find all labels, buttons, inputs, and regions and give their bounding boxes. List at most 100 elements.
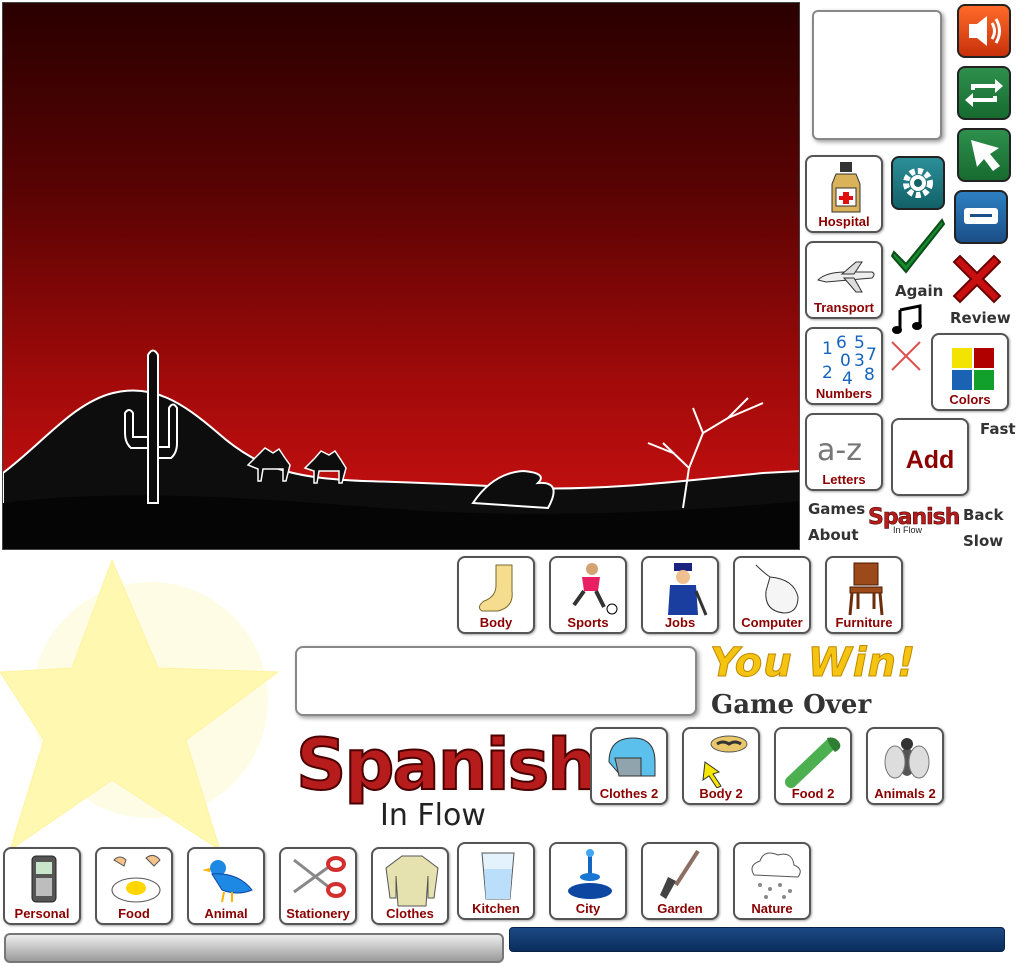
review-button[interactable]: Review (950, 309, 1011, 327)
tile-animal[interactable]: Animal (187, 847, 265, 925)
numbers-icon: 1 6 5 0 3 7 2 4 8 (822, 333, 876, 388)
tile-label: Furniture (835, 615, 893, 630)
tile-label: Jobs (664, 615, 696, 630)
tile-personal[interactable]: Personal (3, 847, 81, 925)
foot-icon (478, 564, 513, 612)
color-squares-icon (952, 348, 994, 390)
sound-button[interactable] (957, 4, 1011, 58)
game-scene (2, 2, 800, 550)
settings-button[interactable] (891, 156, 945, 210)
tile-label: Body 2 (699, 786, 743, 801)
small-logo-subtitle: In Flow (893, 525, 923, 535)
game-over-text: Game Over (711, 690, 872, 720)
tile-label: Sports (567, 615, 609, 630)
tile-label: Kitchen (472, 901, 520, 916)
numbers-glyph: 2 (822, 363, 833, 383)
thin-cross-icon[interactable] (888, 338, 924, 374)
checkmark-icon[interactable] (890, 214, 950, 274)
sweater-icon (385, 855, 439, 907)
glass-icon (481, 852, 515, 900)
numbers-glyph: 5 (854, 333, 865, 353)
police-officer-icon (668, 563, 708, 616)
numbers-glyph: 7 (866, 345, 876, 365)
tile-kitchen[interactable]: Kitchen (457, 842, 535, 920)
scissors-icon (293, 856, 346, 898)
tile-animals2[interactable]: Animals 2 (866, 727, 944, 805)
fried-egg-icon (111, 854, 161, 903)
numbers-glyph: 6 (836, 333, 847, 353)
tile-label: Food (118, 906, 150, 921)
repeat-icon (965, 79, 1003, 107)
tile-add[interactable]: Add (891, 418, 969, 496)
music-note-icon[interactable] (890, 302, 926, 338)
tile-garden[interactable]: Garden (641, 842, 719, 920)
gear-icon (903, 168, 933, 198)
tile-stationery[interactable]: Stationery (279, 847, 357, 925)
tile-sports[interactable]: Sports (549, 556, 627, 634)
tile-colors[interactable]: Colors (931, 333, 1009, 411)
tile-nature[interactable]: Nature (733, 842, 811, 920)
tile-label: Body (479, 615, 513, 630)
main-logo: Spanish (295, 724, 598, 806)
about-button[interactable]: About (808, 526, 859, 544)
answer-box[interactable] (295, 646, 697, 716)
tile-label: Colors (949, 392, 991, 407)
fly-icon (884, 738, 930, 779)
again-button[interactable]: Again (895, 282, 943, 300)
tile-furniture[interactable]: Furniture (825, 556, 903, 634)
tile-label: Personal (14, 906, 70, 921)
keyboard-button[interactable] (954, 190, 1008, 244)
bird-icon (202, 860, 253, 903)
tile-body2[interactable]: Body 2 (682, 727, 760, 805)
tile-label: Garden (657, 901, 703, 916)
progress-bar (509, 927, 1005, 952)
tile-letters[interactable]: a-z Letters (805, 413, 883, 491)
tile-label: Animals 2 (874, 786, 936, 801)
soccer-player-icon (572, 563, 618, 615)
keyboard-icon (964, 208, 998, 224)
numbers-glyph: 8 (864, 365, 875, 385)
arrow-icon (971, 140, 1000, 171)
scrollbar[interactable] (4, 933, 504, 963)
tile-label: Animal (204, 906, 248, 921)
add-label: Add (905, 446, 955, 474)
tile-food[interactable]: Food (95, 847, 173, 925)
games-button[interactable]: Games (808, 500, 865, 518)
chair-icon (848, 562, 884, 616)
tile-label: Computer (741, 615, 803, 630)
slow-button[interactable]: Slow (963, 532, 1003, 550)
tile-clothes2[interactable]: Clothes 2 (590, 727, 668, 805)
tile-label: Food 2 (791, 786, 835, 801)
celery-icon (785, 737, 841, 788)
phone-icon (31, 855, 57, 903)
tile-label: Letters (822, 472, 866, 487)
tile-label: Clothes 2 (599, 786, 659, 801)
medicine-bottle-icon (831, 162, 861, 213)
tile-label: Numbers (815, 386, 873, 401)
numbers-glyph: 0 (840, 351, 851, 371)
speaker-icon (969, 16, 1001, 46)
back-button[interactable]: Back (963, 506, 1003, 524)
bush-icon (471, 469, 555, 510)
tile-food2[interactable]: Food 2 (774, 727, 852, 805)
star-icon (0, 560, 280, 850)
helmet-icon (608, 737, 656, 777)
letters-glyph: a-z (817, 433, 862, 468)
tile-body[interactable]: Body (457, 556, 535, 634)
pointer-button[interactable] (957, 128, 1011, 182)
fast-button[interactable]: Fast (980, 420, 1016, 438)
snow-cloud-icon (751, 852, 801, 899)
tile-computer[interactable]: Computer (733, 556, 811, 634)
cross-icon[interactable] (950, 252, 1004, 306)
airplane-icon (817, 261, 875, 293)
tile-city[interactable]: City (549, 842, 627, 920)
repeat-button[interactable] (957, 66, 1011, 120)
tile-label: Hospital (818, 214, 870, 229)
word-display-box (812, 10, 942, 140)
shovel-icon (660, 849, 700, 899)
tile-numbers[interactable]: 1 6 5 0 3 7 2 4 8 Numbers (805, 327, 883, 405)
tile-clothes[interactable]: Clothes (371, 847, 449, 925)
tile-jobs[interactable]: Jobs (641, 556, 719, 634)
tile-transport[interactable]: Transport (805, 241, 883, 319)
tile-hospital[interactable]: Hospital (805, 155, 883, 233)
